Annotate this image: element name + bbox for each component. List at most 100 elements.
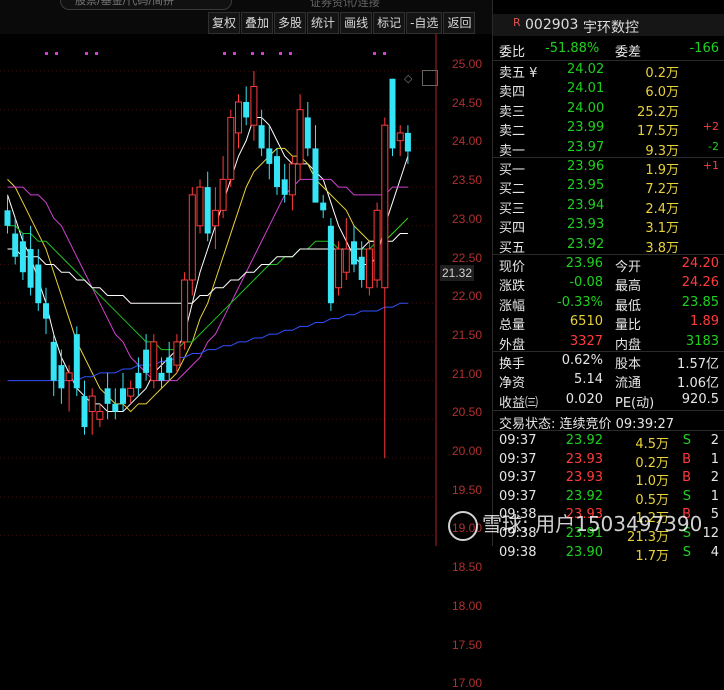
quote-value: 3183 [685,333,719,349]
quote-label: 涨幅 [499,298,526,314]
ask-change: -2 [708,139,719,153]
xueqiu-logo-icon [448,510,478,541]
ask-label: 卖三 [499,104,526,120]
candle-body [342,248,350,273]
crosshair-price-label: 21.32 [440,265,474,281]
statistics-button[interactable]: 统计 [307,12,340,34]
ask-row[interactable]: 卖五 ¥ 24.02 0.2万 [493,61,724,81]
price-tick-label: 17.00 [452,676,483,690]
candle-body [181,279,189,343]
ask-change: +2 [702,120,719,134]
candle-body [50,341,57,381]
tick-count: 4 [710,544,719,560]
tick-side: B [682,451,691,467]
candle-body [358,256,365,280]
overlay-button[interactable]: 叠加 [241,12,274,34]
tick-side: S [682,433,691,448]
tick-row: 09:37 23.93 1.0万 B 2 [493,469,724,490]
tick-count: 1 [710,451,719,467]
ask-label: 卖二 [499,124,526,140]
tick-volume: 0.2万 [635,455,669,471]
candle-body [351,241,357,265]
bid-row[interactable]: 买四 23.93 3.1万 [493,216,724,237]
quote-row: 外盘 3327 内盘 3183 [493,333,724,353]
bid-row[interactable]: 买一 23.96 1.9万 +1 [493,158,724,178]
ask-row[interactable]: 卖一 23.97 9.3万 -2 [493,139,724,159]
bid-volume: 3.8万 [645,240,679,256]
ask-row[interactable]: 卖二 23.99 17.5万 +2 [493,119,724,140]
tick-volume: 1.0万 [635,474,669,490]
remove-watchlist-button[interactable]: -自选 [406,12,443,34]
fundamental-value: 920.5 [681,391,719,407]
ask-row[interactable]: 卖三 24.00 25.2万 [493,100,724,120]
quote-label: 最低 [615,298,642,314]
tick-price: 23.92 [565,433,603,448]
candle-body [19,241,26,273]
tick-time: 09:37 [499,433,537,448]
candle-body [73,334,80,389]
top-hint: 证券资讯/连接 [310,0,380,9]
panel-toggle-icon[interactable] [422,70,438,86]
tick-volume: 0.5万 [635,492,669,508]
bid-price: 23.92 [567,236,605,252]
quote-value: 23.85 [681,294,719,310]
candle-body [327,225,334,304]
quote-row: 总量 6510 量比 1.89 [493,313,724,333]
divider [493,430,724,431]
fundamental-label: 净资 [499,376,526,392]
draw-line-button[interactable]: 画线 [340,12,373,34]
bid-label: 买四 [499,221,526,237]
tick-count: 1 [710,488,719,504]
candle-body [143,349,150,373]
price-tick-label: 20.50 [452,405,483,420]
tick-row: 09:37 23.92 4.5万 S 2 [493,432,724,452]
multi-stock-button[interactable]: 多股 [274,12,307,34]
candle-body [365,248,373,289]
bid-label: 买一 [499,163,526,178]
bid-volume: 2.4万 [645,201,679,217]
candle-body [188,194,196,281]
candle-body [166,357,173,373]
event-marker [223,52,226,55]
price-tick-label: 25.00 [452,57,483,71]
tick-count: 5 [710,507,719,523]
ask-row[interactable]: 卖四 24.01 6.0万 [493,80,724,101]
mark-button[interactable]: 标记 [373,12,406,34]
bid-row[interactable]: 买三 23.94 2.4万 [493,197,724,217]
candle-body [335,248,343,289]
ask-price: 24.00 [567,100,605,116]
search-input[interactable] [73,0,227,8]
diamond-icon[interactable]: ◇ [404,72,412,85]
candle-body [204,187,211,234]
stock-code: 002903 [525,17,579,33]
quote-value: 24.26 [681,275,719,291]
candle-body [150,341,158,382]
candle-body [211,209,219,227]
bid-change: +1 [702,159,719,172]
fundamental-label: 收益㈢ [499,395,539,411]
search-box[interactable] [60,0,232,10]
candle-body [127,387,135,397]
kline-chart-svg[interactable] [0,34,492,546]
event-marker [251,52,254,55]
bid-label: 买三 [499,201,526,217]
price-tick-label: 24.00 [452,134,483,149]
divider [493,410,724,411]
price-tick-label: 19.50 [452,482,483,497]
event-marker [85,52,88,55]
candle-body [296,109,304,165]
bid-row[interactable]: 买五 23.92 3.8万 [493,236,724,256]
candle-body [250,85,258,126]
price-tick-label: 24.50 [452,95,483,110]
tick-row: 09:37 23.92 0.5万 S 1 [493,488,724,508]
fuquan-button[interactable]: 复权 [208,12,241,34]
price-tick-label: 18.50 [452,560,483,575]
ask-volume: 6.0万 [645,85,679,101]
tick-side: S [682,488,691,504]
bid-row[interactable]: 买二 23.95 7.2万 [493,177,724,197]
back-button[interactable]: 返回 [443,12,476,34]
candle-body [173,341,181,366]
candle-body [266,148,273,164]
kline-chart[interactable]: 25.00 24.50 24.00 23.50 23.00 22.50 22.00 21.50… [0,34,492,690]
fundamental-value: 5.14 [574,372,603,388]
